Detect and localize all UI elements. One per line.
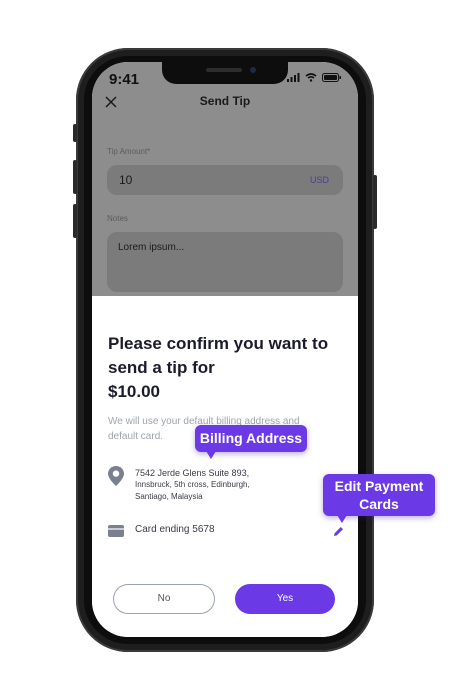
notch — [162, 62, 288, 84]
status-time: 9:41 — [109, 71, 140, 88]
edit-payment-cards-callout-arrow — [337, 515, 347, 523]
notes-label: Notes — [107, 214, 128, 223]
location-pin-icon — [108, 466, 124, 486]
signal-icon — [287, 73, 300, 82]
no-button[interactable]: No — [113, 584, 215, 614]
edit-payment-cards-callout: Edit Payment Cards — [323, 474, 435, 516]
notes-field[interactable]: Lorem ipsum... — [107, 232, 343, 292]
currency-label: USD — [309, 175, 329, 185]
address-line-1: 7542 Jerde Glens Suite 893, — [135, 468, 250, 478]
page-title: Send Tip — [199, 94, 251, 108]
billing-address-callout-arrow — [206, 451, 216, 459]
billing-address: 7542 Jerde Glens Suite 893, Innsbruck, 5… — [135, 467, 250, 503]
credit-card-icon — [108, 525, 124, 537]
speaker — [206, 68, 242, 72]
address-line-2: Innsbruck, 5th cross, Edinburgh, — [135, 480, 250, 489]
confirm-heading: Please confirm you want to send a tip fo… — [108, 332, 340, 404]
phone-screen: 9:41 Send Tip Tip Amount* 10 USD Notes L… — [92, 62, 358, 637]
confirm-amount: $10.00 — [108, 382, 160, 401]
amount-label: Tip Amount* — [107, 147, 151, 156]
volume-up-button — [73, 160, 77, 194]
mute-switch — [73, 124, 77, 142]
power-button — [373, 175, 377, 229]
wifi-icon — [305, 73, 317, 82]
billing-address-callout: Billing Address — [195, 425, 307, 452]
battery-icon — [322, 73, 341, 82]
status-icons — [287, 73, 342, 82]
confirm-heading-text: Please confirm you want to send a tip fo… — [108, 334, 329, 377]
yes-button[interactable]: Yes — [235, 584, 335, 614]
front-camera — [250, 67, 256, 73]
dimmed-form-overlay: 9:41 Send Tip Tip Amount* 10 USD Notes L… — [92, 62, 358, 296]
amount-value: 10 — [119, 173, 133, 187]
amount-field[interactable]: 10 USD — [107, 165, 343, 195]
pencil-icon[interactable] — [333, 526, 344, 537]
notes-value: Lorem ipsum... — [118, 242, 185, 253]
volume-down-button — [73, 204, 77, 238]
address-line-3: Santiago, Malaysia — [135, 492, 203, 501]
card-label: Card ending 5678 — [135, 524, 215, 535]
confirm-sheet: Please confirm you want to send a tip fo… — [92, 296, 358, 637]
